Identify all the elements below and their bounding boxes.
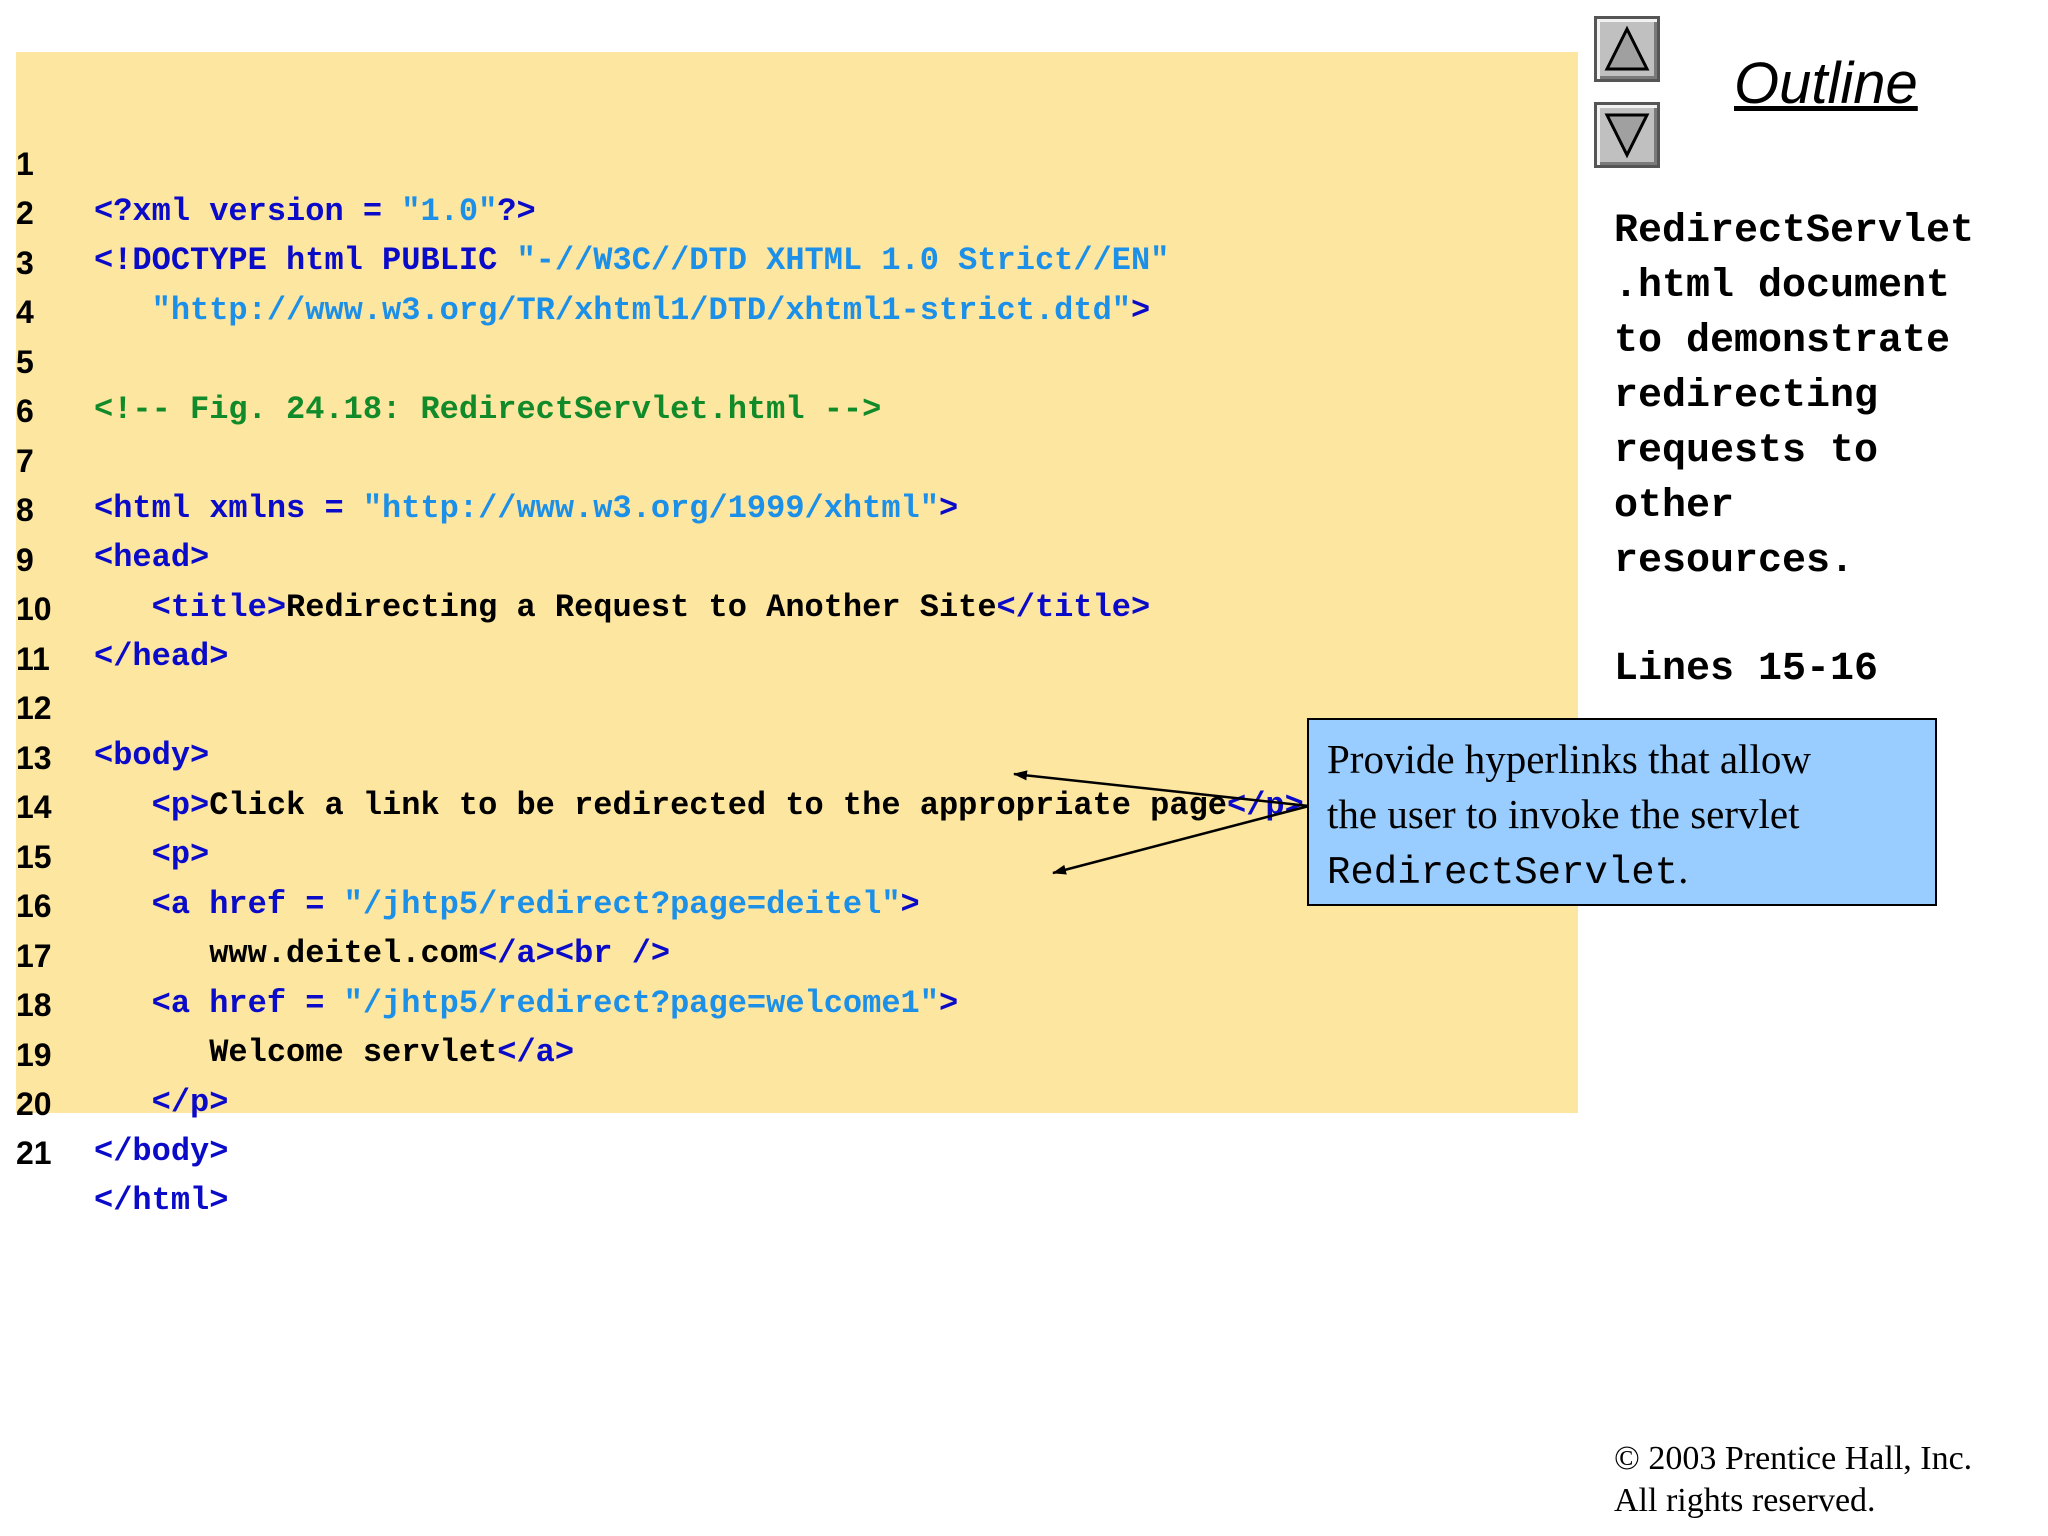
arrow-to-line-15 bbox=[1013, 770, 1310, 808]
callout-text-line: Provide hyperlinks that allow bbox=[1327, 736, 1811, 782]
arrow-to-line-17 bbox=[1052, 804, 1310, 875]
callout-period: . bbox=[1678, 846, 1689, 892]
copyright-notice: © 2003 Prentice Hall, Inc. All rights re… bbox=[1614, 1438, 1972, 1522]
copyright-line: All rights reserved. bbox=[1614, 1482, 1876, 1519]
callout-box: Provide hyperlinks that allow the user t… bbox=[1307, 718, 1937, 906]
callout-code-word: RedirectServlet bbox=[1327, 851, 1679, 895]
callout-text-line: the user to invoke the servlet bbox=[1327, 791, 1800, 837]
copyright-line: © 2003 Prentice Hall, Inc. bbox=[1614, 1440, 1973, 1477]
